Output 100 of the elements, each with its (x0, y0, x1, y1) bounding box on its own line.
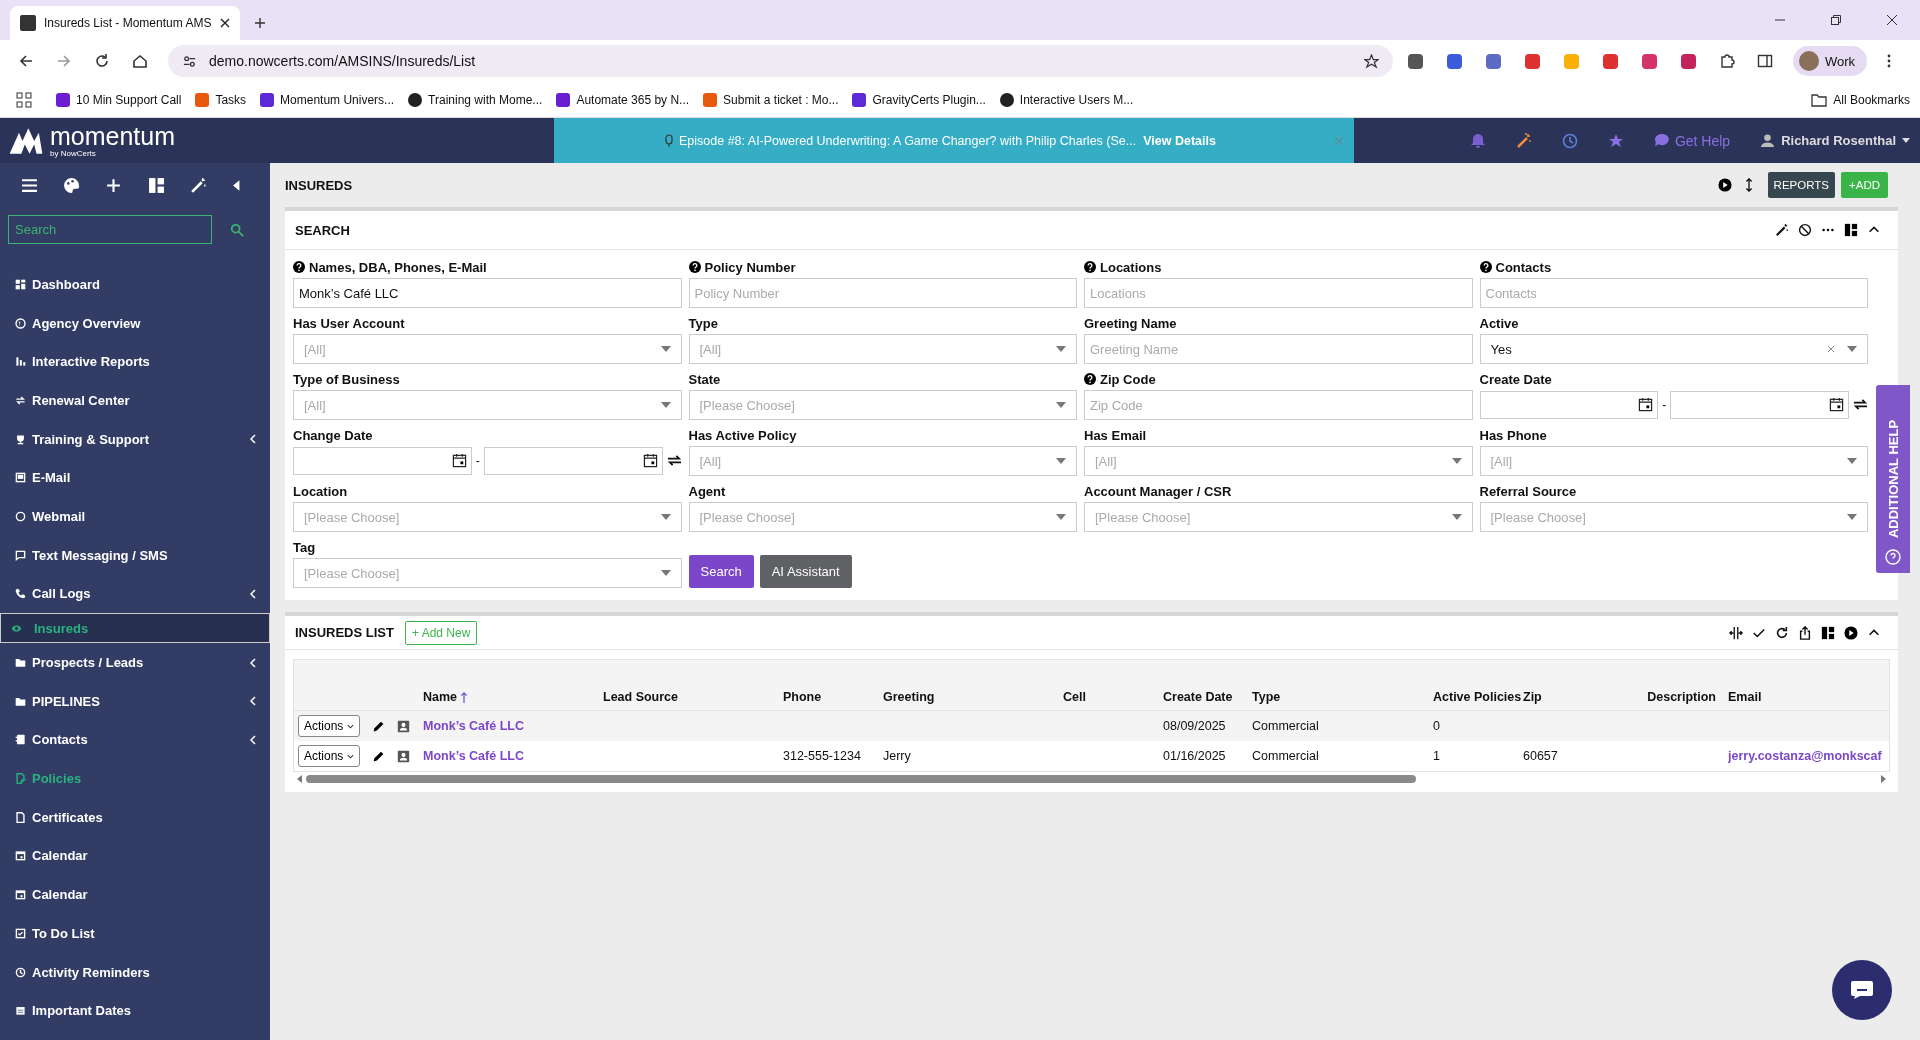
close-icon[interactable] (220, 18, 230, 28)
extension-icon[interactable] (1603, 53, 1618, 69)
column-header[interactable]: Cell (1063, 690, 1086, 704)
date-field[interactable] (1479, 390, 1659, 419)
contact-card-icon[interactable] (397, 749, 411, 763)
bookmark[interactable]: Interactive Users M... (999, 92, 1134, 107)
restore-icon[interactable] (1830, 14, 1842, 26)
column-header[interactable]: Zip (1523, 690, 1542, 704)
sidebar-search-field[interactable]: Search (8, 215, 212, 244)
sidebar-item[interactable]: Insureds (0, 613, 270, 644)
calendar-icon[interactable] (1829, 397, 1844, 412)
palette-icon[interactable] (63, 176, 80, 194)
extension-icon[interactable] (1486, 53, 1501, 69)
bookmark[interactable]: Automate 365 by N... (556, 92, 690, 107)
sidebar-item[interactable]: Calendar (0, 836, 270, 876)
column-header[interactable]: Lead Source (603, 690, 679, 704)
layout-icon[interactable] (1844, 223, 1858, 237)
text-field[interactable]: Monk’s Café LLC (293, 278, 682, 308)
play-icon[interactable] (1844, 625, 1858, 640)
sidebar-item[interactable]: Webmail (0, 497, 270, 536)
dropdown-field[interactable]: Yes (1479, 334, 1868, 364)
browser-tab[interactable]: Insureds List - Momentum AMS (10, 6, 240, 40)
contact-card-icon[interactable] (397, 719, 411, 733)
date-field[interactable] (1670, 390, 1849, 419)
extension-icon[interactable] (1681, 53, 1696, 69)
ai-assistant-button[interactable]: AI Assistant (759, 555, 852, 588)
text-field[interactable]: Locations (1084, 278, 1473, 308)
sidebar-item[interactable]: Prospects / Leads (0, 643, 270, 682)
close-icon[interactable] (1886, 14, 1898, 26)
star-icon[interactable] (1364, 53, 1379, 69)
column-resize-icon[interactable] (1729, 625, 1743, 640)
column-header[interactable]: Name (423, 690, 469, 704)
clear-icon[interactable] (1827, 345, 1835, 353)
extension-icon[interactable] (1642, 53, 1657, 69)
calendar-icon[interactable] (1638, 397, 1654, 412)
user-menu[interactable]: Richard Rosenthal (1760, 133, 1910, 148)
bookmark[interactable]: Tasks (195, 92, 247, 107)
sidebar-item[interactable]: Calendar (0, 875, 270, 914)
date-field[interactable] (483, 446, 663, 475)
address-bar[interactable]: demo.nowcerts.com/AMSINS/Insureds/List (168, 45, 1393, 77)
bookmark[interactable]: 10 Min Support Call (56, 92, 182, 107)
column-header[interactable]: Type (1252, 690, 1281, 704)
text-field[interactable]: Contacts (1479, 278, 1868, 308)
forward-icon[interactable] (56, 53, 72, 69)
text-field[interactable]: Greeting Name (1084, 334, 1473, 364)
sidebar-item[interactable]: E-Mail (0, 458, 270, 498)
refresh-icon[interactable] (1775, 625, 1789, 640)
help-icon[interactable] (1084, 373, 1096, 385)
site-settings-icon[interactable] (182, 53, 197, 69)
actions-dropdown[interactable]: Actions (298, 715, 361, 737)
help-icon[interactable] (293, 261, 305, 273)
apps-icon[interactable] (16, 91, 32, 108)
pencil-icon[interactable] (372, 749, 386, 763)
sidebar-item[interactable]: Interactive Reports (0, 342, 270, 382)
extension-icon[interactable] (1408, 53, 1423, 69)
sidebar-item[interactable]: To Do List (0, 914, 270, 953)
column-header[interactable]: Phone (783, 690, 822, 704)
reload-icon[interactable] (94, 53, 110, 69)
text-field[interactable]: Zip Code (1084, 390, 1473, 420)
sidebar-item[interactable]: Activity Reminders (0, 952, 270, 992)
date-field[interactable] (293, 446, 472, 475)
block-icon[interactable] (1798, 223, 1812, 237)
table-link[interactable]: Monk’s Café LLC (423, 749, 524, 763)
extension-icon[interactable] (1447, 53, 1462, 69)
bookmark[interactable]: Training with Mome... (408, 92, 543, 107)
play-icon[interactable] (1717, 178, 1732, 192)
extension-icon[interactable] (1525, 53, 1540, 69)
column-header[interactable]: Email (1728, 690, 1762, 704)
help-icon[interactable] (1479, 261, 1492, 273)
sidebar-item[interactable]: Text Messaging / SMS (0, 535, 270, 575)
column-header[interactable]: Greeting (883, 690, 935, 704)
sidebar-item[interactable]: Agency Overview (0, 303, 270, 343)
calendar-icon[interactable] (642, 453, 658, 468)
star-icon[interactable] (1607, 132, 1624, 149)
bookmark[interactable]: Submit a ticket : Mo... (703, 92, 839, 107)
layout-icon[interactable] (147, 176, 165, 194)
magic-wand-icon[interactable] (189, 176, 207, 194)
all-bookmarks[interactable]: All Bookmarks (1811, 91, 1910, 108)
profile-button[interactable]: Work (1793, 46, 1868, 76)
home-icon[interactable] (132, 53, 148, 69)
reports-button[interactable]: REPORTS (1767, 172, 1835, 198)
bell-icon[interactable] (1469, 132, 1486, 149)
text-field[interactable]: Policy Number (688, 278, 1077, 308)
export-icon[interactable] (1798, 625, 1812, 640)
sidebar-item[interactable]: PIPELINES (0, 681, 270, 721)
sidebar-item[interactable]: Contacts (0, 720, 270, 760)
back-icon[interactable] (18, 53, 34, 69)
calendar-icon[interactable] (451, 453, 467, 468)
layout-icon[interactable] (1821, 625, 1835, 640)
puzzle-icon[interactable] (1719, 53, 1735, 69)
menu-icon[interactable] (20, 176, 38, 194)
plus-icon[interactable] (105, 176, 123, 194)
swap-icon[interactable] (1853, 397, 1868, 412)
sidebar-icon[interactable] (1757, 53, 1773, 69)
help-icon[interactable] (688, 261, 701, 273)
new-tab-icon[interactable] (254, 17, 266, 29)
bookmark[interactable]: Momentum Univers... (260, 92, 395, 107)
actions-dropdown[interactable]: Actions (298, 745, 361, 767)
clock-icon[interactable] (1561, 132, 1578, 149)
sidebar-item[interactable]: Call Logs (0, 574, 270, 614)
